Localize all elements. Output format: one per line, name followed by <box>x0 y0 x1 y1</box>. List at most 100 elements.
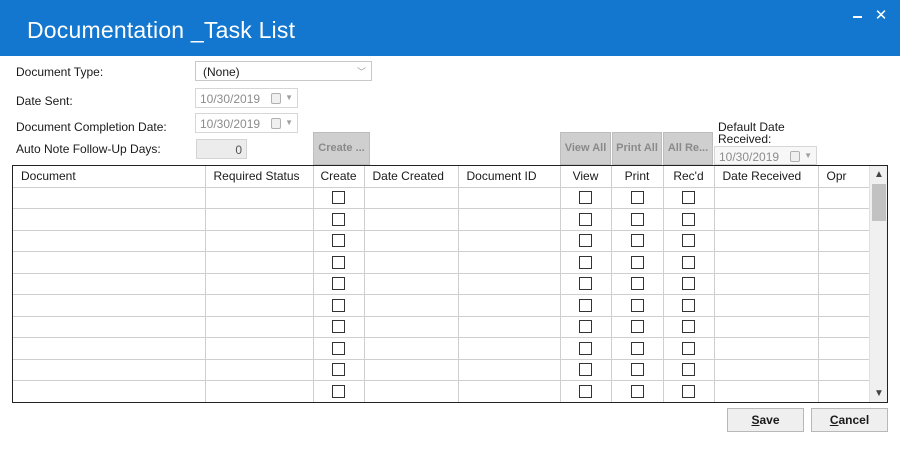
table-cell[interactable] <box>610 337 664 360</box>
table-cell[interactable] <box>713 315 819 338</box>
document-type-select[interactable]: (None) ﹀ <box>195 61 372 81</box>
recd-checkbox[interactable] <box>682 363 695 377</box>
table-row[interactable] <box>13 358 871 381</box>
table-cell[interactable] <box>559 294 612 317</box>
table-cell[interactable] <box>363 186 459 209</box>
table-cell[interactable] <box>662 272 715 295</box>
table-cell[interactable] <box>363 380 459 402</box>
document-grid[interactable]: Document Required Status Create Date Cre… <box>12 165 888 403</box>
create-checkbox[interactable] <box>332 212 345 226</box>
table-cell[interactable] <box>13 186 206 209</box>
minimize-button[interactable] <box>846 6 868 26</box>
table-cell[interactable] <box>817 229 871 252</box>
table-cell[interactable] <box>713 380 819 402</box>
table-cell[interactable] <box>457 358 561 381</box>
print-all-button[interactable]: Print All <box>612 132 662 165</box>
create-checkbox[interactable] <box>332 191 345 205</box>
table-cell[interactable] <box>312 358 365 381</box>
column-header-recd[interactable]: Rec'd <box>662 166 715 188</box>
all-received-button[interactable]: All Re... <box>663 132 713 165</box>
table-cell[interactable] <box>713 229 819 252</box>
table-cell[interactable] <box>559 272 612 295</box>
table-row[interactable] <box>13 380 871 402</box>
create-checkbox[interactable] <box>332 255 345 269</box>
table-cell[interactable] <box>610 186 664 209</box>
column-header-date-created[interactable]: Date Created <box>363 166 459 188</box>
recd-checkbox[interactable] <box>682 384 695 398</box>
view-checkbox[interactable] <box>579 234 592 248</box>
scroll-up-icon[interactable]: ▲ <box>870 169 887 180</box>
table-cell[interactable] <box>559 208 612 231</box>
table-cell[interactable] <box>713 294 819 317</box>
table-cell[interactable] <box>363 272 459 295</box>
table-cell[interactable] <box>312 208 365 231</box>
create-checkbox[interactable] <box>332 277 345 291</box>
table-cell[interactable] <box>363 315 459 338</box>
print-checkbox[interactable] <box>630 320 644 334</box>
create-checkbox[interactable] <box>332 234 345 248</box>
column-header-opr[interactable]: Opr <box>817 166 871 188</box>
table-cell[interactable] <box>559 251 612 274</box>
table-cell[interactable] <box>204 315 314 338</box>
create-checkbox[interactable] <box>332 363 345 377</box>
table-cell[interactable] <box>713 358 819 381</box>
column-header-required-status[interactable]: Required Status <box>204 166 314 188</box>
table-cell[interactable] <box>559 337 612 360</box>
print-checkbox[interactable] <box>630 191 644 205</box>
vertical-scrollbar[interactable]: ▲ ▼ <box>869 166 887 402</box>
table-cell[interactable] <box>457 229 561 252</box>
print-checkbox[interactable] <box>630 363 644 377</box>
print-checkbox[interactable] <box>630 277 644 291</box>
close-button[interactable]: ✕ <box>870 6 892 26</box>
table-cell[interactable] <box>312 337 365 360</box>
create-checkbox[interactable] <box>332 320 345 334</box>
view-checkbox[interactable] <box>579 191 592 205</box>
table-cell[interactable] <box>713 272 819 295</box>
table-row[interactable] <box>13 229 871 252</box>
table-cell[interactable] <box>662 380 715 402</box>
table-cell[interactable] <box>13 380 206 402</box>
recd-checkbox[interactable] <box>682 212 695 226</box>
table-cell[interactable] <box>204 380 314 402</box>
table-cell[interactable] <box>457 272 561 295</box>
table-cell[interactable] <box>610 380 664 402</box>
table-cell[interactable] <box>817 380 871 402</box>
table-cell[interactable] <box>13 337 206 360</box>
create-checkbox[interactable] <box>332 298 345 312</box>
table-row[interactable] <box>13 186 871 209</box>
recd-checkbox[interactable] <box>682 298 695 312</box>
date-sent-picker[interactable]: 10/30/2019 ▼ <box>195 88 298 108</box>
table-cell[interactable] <box>610 358 664 381</box>
table-cell[interactable] <box>312 186 365 209</box>
table-cell[interactable] <box>662 208 715 231</box>
cancel-button[interactable]: Cancel <box>811 408 888 432</box>
table-cell[interactable] <box>457 337 561 360</box>
default-date-received-picker[interactable]: 10/30/2019 ▼ <box>714 146 817 165</box>
view-checkbox[interactable] <box>579 255 592 269</box>
column-header-view[interactable]: View <box>559 166 612 188</box>
table-cell[interactable] <box>457 208 561 231</box>
table-cell[interactable] <box>662 337 715 360</box>
table-cell[interactable] <box>713 337 819 360</box>
table-cell[interactable] <box>713 251 819 274</box>
view-checkbox[interactable] <box>579 277 592 291</box>
table-cell[interactable] <box>204 358 314 381</box>
print-checkbox[interactable] <box>630 234 644 248</box>
save-button[interactable]: Save <box>727 408 804 432</box>
table-row[interactable] <box>13 251 871 274</box>
print-checkbox[interactable] <box>630 384 644 398</box>
table-cell[interactable] <box>13 294 206 317</box>
scroll-thumb[interactable] <box>872 184 886 221</box>
table-row[interactable] <box>13 272 871 295</box>
table-cell[interactable] <box>610 294 664 317</box>
create-checkbox[interactable] <box>332 384 345 398</box>
print-checkbox[interactable] <box>630 212 644 226</box>
table-cell[interactable] <box>312 380 365 402</box>
table-cell[interactable] <box>559 358 612 381</box>
table-cell[interactable] <box>312 294 365 317</box>
table-cell[interactable] <box>817 315 871 338</box>
table-cell[interactable] <box>363 358 459 381</box>
table-cell[interactable] <box>13 358 206 381</box>
print-checkbox[interactable] <box>630 341 644 355</box>
table-cell[interactable] <box>559 380 612 402</box>
